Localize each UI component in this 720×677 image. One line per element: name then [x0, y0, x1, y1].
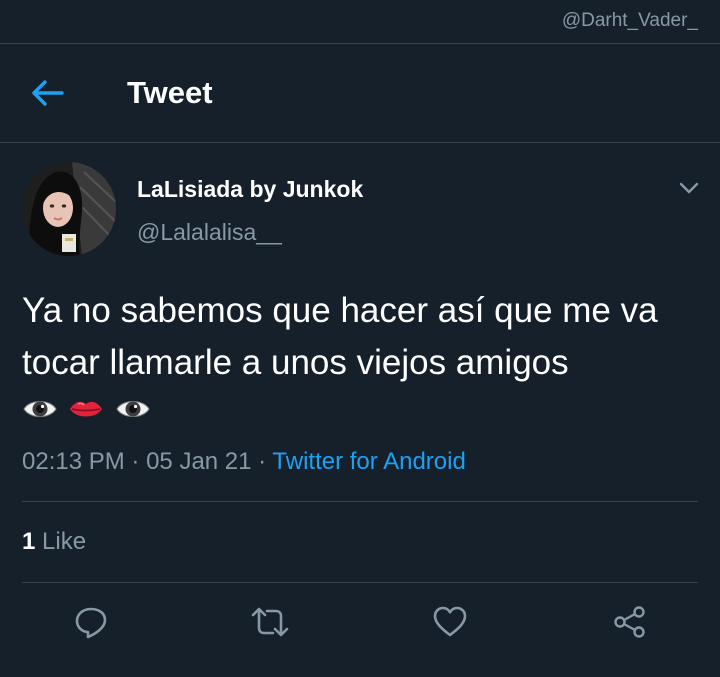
reply-icon [75, 607, 107, 639]
emoji-row [22, 391, 157, 427]
share-icon [614, 606, 645, 638]
more-options-button[interactable] [678, 180, 700, 196]
eye-icon [23, 401, 57, 417]
back-button[interactable] [30, 78, 64, 108]
retweet-button[interactable] [250, 604, 289, 640]
user-handle[interactable]: @Lalalalisa__ [137, 219, 282, 246]
reply-button[interactable] [73, 604, 109, 640]
tweet-metadata: 02:13 PM · 05 Jan 21 · Twitter for Andro… [22, 448, 466, 476]
chevron-down-icon [679, 182, 699, 194]
share-button[interactable] [612, 604, 648, 640]
watermark: @Darht_Vader_ [561, 10, 698, 31]
arrow-left-icon [32, 80, 64, 106]
header-divider [0, 142, 720, 143]
lips-icon [70, 401, 103, 417]
tweet-time: 02:13 PM [22, 448, 125, 475]
retweet-icon [251, 607, 289, 637]
tweet-source-link[interactable]: Twitter for Android [272, 448, 465, 475]
separator-dot: · [258, 448, 273, 475]
separator-dot: · [131, 448, 147, 475]
likes-label: Like [42, 528, 87, 555]
meta-divider [22, 501, 698, 502]
avatar[interactable] [22, 162, 116, 256]
tweet-text: Ya no sabemos que hacer así que me va to… [22, 291, 658, 382]
likes-count: 1 [22, 528, 36, 555]
page-title: Tweet [127, 75, 213, 110]
avatar-image [22, 162, 116, 256]
tweet-date: 05 Jan 21 [146, 448, 252, 475]
heart-icon [433, 606, 467, 637]
header: Tweet [0, 44, 720, 142]
eye-icon [116, 401, 150, 417]
stats-divider [22, 582, 698, 583]
like-button[interactable] [432, 604, 468, 640]
tweet-detail-screen: @Darht_Vader_ Tweet LaLisiada by Junkok … [0, 0, 720, 677]
likes-summary[interactable]: 1 Like [22, 528, 86, 556]
display-name[interactable]: LaLisiada by Junkok [137, 176, 363, 203]
